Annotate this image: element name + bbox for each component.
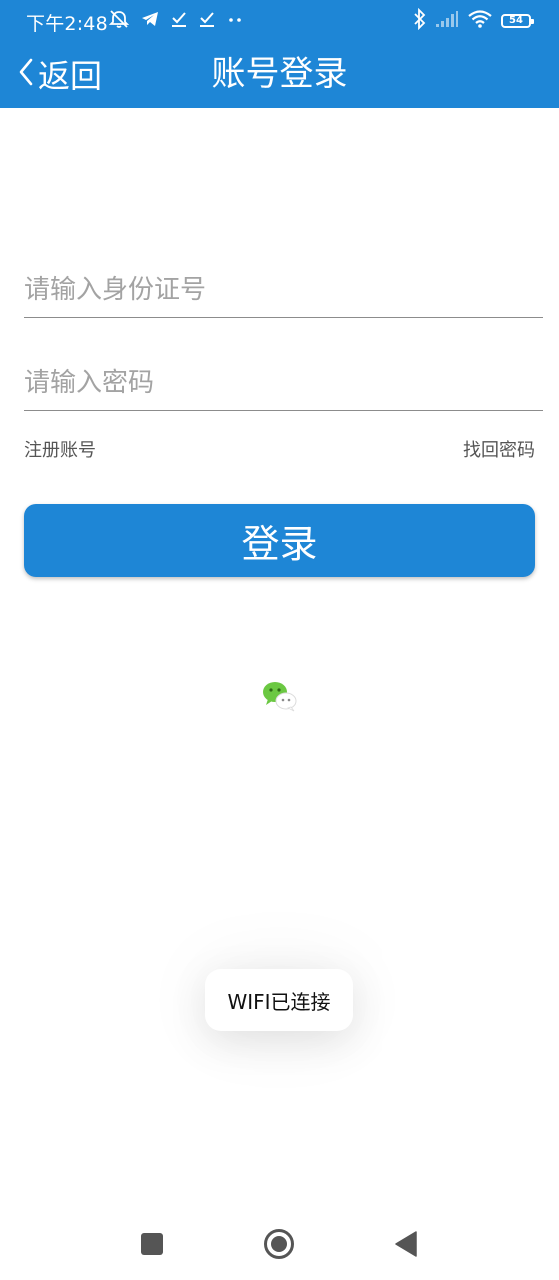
nav-bar: 返回 账号登录 — [0, 42, 559, 108]
check-icon — [170, 9, 188, 33]
register-link[interactable]: 注册账号 — [24, 436, 96, 462]
toast-message: WIFI已连接 — [205, 969, 353, 1031]
bluetooth-icon — [413, 7, 427, 34]
wifi-icon — [467, 9, 493, 33]
id-number-field[interactable] — [24, 262, 543, 318]
check-icon — [198, 9, 216, 33]
status-time: 下午2:48 — [26, 13, 108, 35]
recent-apps-icon[interactable] — [136, 1228, 168, 1260]
login-screen: 下午2:48 54 返回 账号登录 请输入身份证号 注册账号 找回密码 登录 W… — [0, 0, 559, 1280]
battery-level: 54 — [509, 15, 523, 26]
forgot-password-link[interactable]: 找回密码 — [463, 436, 535, 462]
status-system-icons: 54 — [413, 7, 534, 34]
page-title: 账号登录 — [211, 54, 348, 94]
app-header: 下午2:48 54 返回 账号登录 — [0, 0, 559, 108]
password-input[interactable] — [24, 355, 543, 410]
telegram-icon — [140, 9, 160, 33]
status-notification-icons — [108, 8, 244, 34]
system-nav-bar — [0, 1210, 559, 1280]
wechat-icon[interactable] — [262, 680, 298, 712]
password-field[interactable] — [24, 355, 543, 411]
more-dots-icon — [226, 9, 244, 33]
home-icon[interactable] — [263, 1228, 295, 1260]
status-bar: 下午2:48 54 — [0, 0, 559, 42]
id-number-input[interactable] — [24, 262, 543, 317]
back-triangle-icon[interactable] — [390, 1228, 422, 1260]
battery-icon: 54 — [501, 14, 534, 28]
login-button[interactable]: 登录 — [24, 504, 535, 577]
alarm-off-icon — [108, 8, 130, 34]
signal-icon — [435, 10, 459, 32]
